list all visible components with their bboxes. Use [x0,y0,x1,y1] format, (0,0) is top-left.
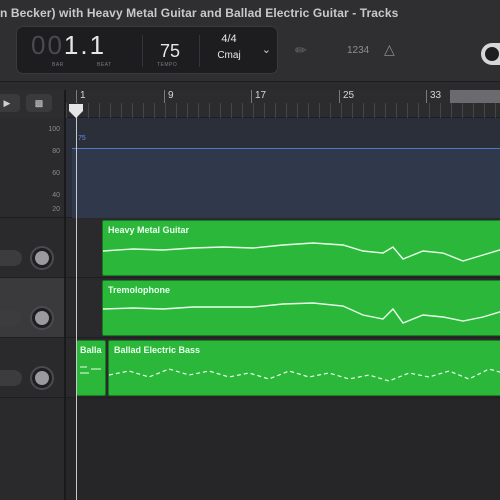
automation-scale-label: 100 [48,126,60,133]
beat-label: BEAT [97,62,112,68]
ruler-bar-number: 25 [339,90,354,103]
region-ballad-electric-bass[interactable]: Ballad Electric Bass [108,340,500,396]
track-header[interactable] [0,338,64,398]
track-header[interactable] [0,218,64,278]
automation-scale-label: 60 [52,170,60,177]
metronome-icon[interactable]: △ [384,41,395,58]
region-name: Heavy Metal Guitar [108,225,190,235]
tempo-label: TEMPO [157,62,178,68]
play-icon[interactable]: ▶ [0,94,20,112]
position-bar: 1 [63,30,81,60]
region-name: Tremolophone [108,285,171,295]
empty-lane[interactable] [66,398,500,500]
tracks-area[interactable]: 75 100 80 60 40 20 Heavy Metal Guitar Tr… [48,118,500,500]
master-volume-toggle[interactable] [481,43,500,65]
pan-knob[interactable] [30,246,54,270]
automation-scale-label: 40 [52,192,60,199]
track-lane[interactable]: Tremolophone [66,278,500,338]
track-lane[interactable]: Heavy Metal Guitar [66,218,500,278]
region-tremolophone[interactable]: Tremolophone [102,280,500,336]
chevron-down-icon[interactable]: ⌄ [262,43,271,56]
automation-header [0,118,64,218]
track-header[interactable] [0,278,64,338]
volume-slider[interactable] [0,370,22,386]
key-signature: Cmaj [217,50,241,61]
track-lane[interactable]: Balla Ballad Electric Bass [66,338,500,398]
automation-scale-label: 20 [52,206,60,213]
automation-scale-label: 80 [52,148,60,155]
time-signature: 4/4 [221,33,237,45]
volume-slider[interactable] [0,250,22,266]
track-list-header: ▶ ▩ [0,90,64,118]
logic-window: n Becker) with Heavy Metal Guitar and Ba… [0,0,500,500]
volume-slider[interactable] [0,310,22,326]
timeline-ruler[interactable]: 1 9 17 25 33 [66,90,500,118]
ruler-bar-number: 9 [164,90,174,103]
lcd-display[interactable]: 001.1 BAR BEAT 75 TEMPO 4/4 Cmaj ⌄ [16,26,278,74]
automation-lane[interactable]: 75 100 80 60 40 20 [48,118,500,218]
ruler-bar-number: 17 [251,90,266,103]
ruler-bar-number: 1 [76,90,86,103]
ruler-ticks [66,103,500,118]
position-beat: 1 [89,30,107,60]
region-name: Balla [80,345,102,355]
region-ballad-short[interactable]: Balla [76,340,106,396]
automation-value-flag: 75 [78,135,86,142]
ruler-bar-number: 33 [426,90,441,103]
title-bar: n Becker) with Heavy Metal Guitar and Ba… [0,0,500,26]
region-heavy-metal-guitar[interactable]: Heavy Metal Guitar [102,220,500,276]
signature-key[interactable]: 4/4 Cmaj [209,32,249,63]
lcd-divider [142,35,143,67]
automation-curve-area[interactable]: 75 [72,135,500,218]
window-title: n Becker) with Heavy Metal Guitar and Ba… [0,6,399,20]
count-in-button[interactable]: 1234 [347,45,369,56]
filter-icon[interactable]: ▩ [26,94,52,112]
lcd-divider [199,35,200,67]
tempo-value[interactable]: 75 [147,39,193,63]
control-bar: 001.1 BAR BEAT 75 TEMPO 4/4 Cmaj ⌄ ✏ 123… [0,26,500,82]
position-readout: 001.1 [31,30,107,60]
region-name: Ballad Electric Bass [114,345,201,355]
playhead-line[interactable] [76,108,77,500]
pan-knob[interactable] [30,306,54,330]
position-dim-digits: 00 [31,30,64,60]
tuning-fork-icon[interactable]: ✏ [295,42,307,59]
cycle-region[interactable] [450,90,500,103]
bar-label: BAR [52,62,64,68]
pan-knob[interactable] [30,366,54,390]
